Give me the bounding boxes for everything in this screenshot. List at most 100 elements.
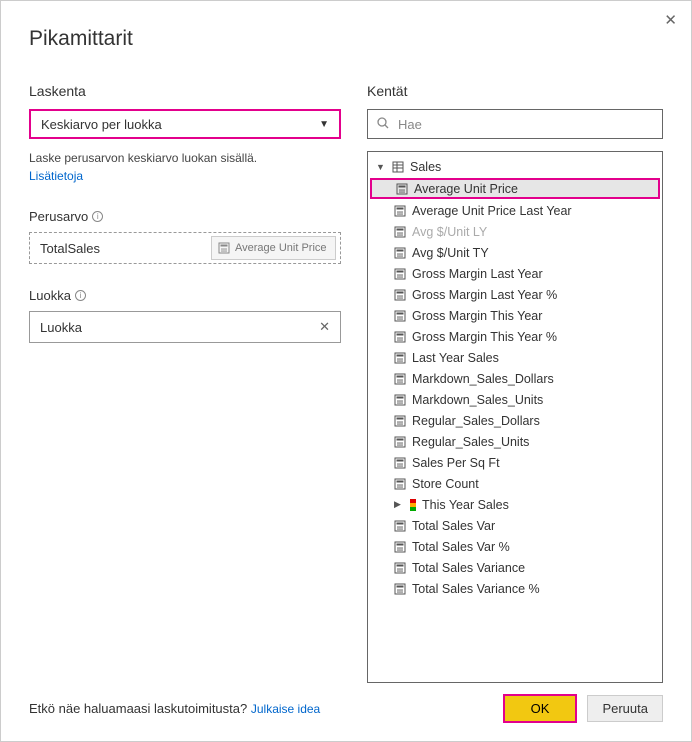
base-value-dropzone[interactable]: TotalSales Average Unit Price	[29, 232, 341, 264]
category-label: Luokka	[29, 288, 71, 303]
dialog-body: Laskenta Keskiarvo per luokka ▼ Laske pe…	[29, 83, 663, 683]
traffic-light-icon	[410, 499, 416, 511]
category-value-text: Luokka	[40, 320, 82, 335]
field-item[interactable]: Average Unit Price	[370, 178, 660, 199]
footer-buttons: OK Peruuta	[503, 694, 663, 723]
field-label: Total Sales Var	[412, 519, 495, 533]
field-label: Total Sales Var %	[412, 540, 510, 554]
cancel-button[interactable]: Peruuta	[587, 695, 663, 722]
calculator-icon	[394, 247, 406, 259]
right-column: Kentät ▼ Sales Average Unit Price Average…	[367, 83, 663, 683]
field-label: Markdown_Sales_Dollars	[412, 372, 554, 386]
table-icon	[392, 161, 404, 173]
field-item[interactable]: Average Unit Price Last Year	[368, 200, 662, 221]
calculator-icon	[394, 541, 406, 553]
drag-chip-label: Average Unit Price	[235, 242, 327, 254]
field-item[interactable]: Markdown_Sales_Dollars	[368, 368, 662, 389]
calculator-icon	[394, 352, 406, 364]
dropdown-value: Keskiarvo per luokka	[41, 117, 162, 132]
table-node[interactable]: ▼ Sales	[368, 156, 662, 177]
field-item[interactable]: Avg $/Unit TY	[368, 242, 662, 263]
calculator-icon	[396, 183, 408, 195]
calculator-icon	[394, 457, 406, 469]
ok-button[interactable]: OK	[503, 694, 578, 723]
calculator-icon	[394, 331, 406, 343]
quick-measures-dialog: ✕ Pikamittarit Laskenta Keskiarvo per lu…	[0, 0, 692, 742]
info-icon[interactable]: i	[92, 211, 103, 222]
field-item[interactable]: Gross Margin Last Year	[368, 263, 662, 284]
calculator-icon	[394, 415, 406, 427]
field-label: This Year Sales	[422, 498, 509, 512]
field-item[interactable]: Store Count	[368, 473, 662, 494]
calculator-icon	[394, 310, 406, 322]
calculation-dropdown[interactable]: Keskiarvo per luokka ▼	[29, 109, 341, 139]
calculator-icon	[394, 478, 406, 490]
field-item[interactable]: Total Sales Variance %	[368, 578, 662, 599]
field-item[interactable]: Total Sales Var %	[368, 536, 662, 557]
search-input[interactable]	[398, 117, 654, 132]
calculator-icon	[394, 268, 406, 280]
field-item[interactable]: Total Sales Var	[368, 515, 662, 536]
drag-chip[interactable]: Average Unit Price	[211, 236, 336, 260]
calculator-icon	[394, 226, 406, 238]
calculator-icon	[394, 562, 406, 574]
field-label: Last Year Sales	[412, 351, 499, 365]
field-item[interactable]: Markdown_Sales_Units	[368, 389, 662, 410]
field-item[interactable]: Regular_Sales_Dollars	[368, 410, 662, 431]
search-box[interactable]	[367, 109, 663, 139]
category-heading: Luokka i	[29, 288, 341, 303]
field-label: Avg $/Unit TY	[412, 246, 489, 260]
field-item[interactable]: Gross Margin Last Year %	[368, 284, 662, 305]
field-label: Gross Margin This Year %	[412, 330, 557, 344]
field-label: Sales Per Sq Ft	[412, 456, 500, 470]
field-label: Gross Margin Last Year	[412, 267, 543, 281]
field-label: Avg $/Unit LY	[412, 225, 487, 239]
publish-idea-link[interactable]: Julkaise idea	[251, 702, 320, 716]
field-label: Regular_Sales_Units	[412, 435, 529, 449]
footer-prompt: Etkö näe haluamaasi laskutoimitusta? Jul…	[29, 701, 320, 716]
base-value-text: TotalSales	[40, 241, 100, 256]
field-label: Total Sales Variance	[412, 561, 525, 575]
calculator-icon	[394, 289, 406, 301]
field-label: Store Count	[412, 477, 479, 491]
footer-text: Etkö näe haluamaasi laskutoimitusta?	[29, 701, 251, 716]
field-item[interactable]: Total Sales Variance	[368, 557, 662, 578]
field-label: Markdown_Sales_Units	[412, 393, 543, 407]
field-item[interactable]: Gross Margin This Year	[368, 305, 662, 326]
field-item[interactable]: Gross Margin This Year %	[368, 326, 662, 347]
category-dropzone[interactable]: Luokka ✕	[29, 311, 341, 343]
field-item[interactable]: Regular_Sales_Units	[368, 431, 662, 452]
close-icon[interactable]: ✕	[664, 11, 677, 29]
left-column: Laskenta Keskiarvo per luokka ▼ Laske pe…	[29, 83, 341, 683]
field-label: Regular_Sales_Dollars	[412, 414, 540, 428]
fields-heading: Kentät	[367, 83, 663, 99]
more-info-link[interactable]: Lisätietoja	[29, 169, 83, 183]
calculator-icon	[218, 242, 230, 254]
field-item[interactable]: Avg $/Unit LY	[368, 221, 662, 242]
calculator-icon	[394, 583, 406, 595]
base-value-label: Perusarvo	[29, 209, 88, 224]
field-label: Gross Margin This Year	[412, 309, 542, 323]
calculation-description: Laske perusarvon keskiarvo luokan sisäll…	[29, 149, 341, 185]
field-item[interactable]: ▶ This Year Sales	[368, 494, 662, 515]
chevron-right-icon: ▶	[394, 499, 404, 510]
clear-icon[interactable]: ✕	[319, 319, 330, 335]
field-label: Gross Margin Last Year %	[412, 288, 557, 302]
dialog-footer: Etkö näe haluamaasi laskutoimitusta? Jul…	[29, 694, 663, 723]
chevron-down-icon: ▼	[319, 119, 329, 130]
calculator-icon	[394, 205, 406, 217]
calculator-icon	[394, 394, 406, 406]
fields-tree[interactable]: ▼ Sales Average Unit Price Average Unit P…	[367, 151, 663, 683]
chevron-down-icon: ▼	[376, 162, 386, 172]
field-item[interactable]: Sales Per Sq Ft	[368, 452, 662, 473]
calculator-icon	[394, 373, 406, 385]
field-label: Total Sales Variance %	[412, 582, 540, 596]
calculation-heading: Laskenta	[29, 83, 341, 99]
field-item[interactable]: Last Year Sales	[368, 347, 662, 368]
search-icon	[376, 116, 390, 133]
info-icon[interactable]: i	[75, 290, 86, 301]
calculator-icon	[394, 520, 406, 532]
field-label: Average Unit Price Last Year	[412, 204, 572, 218]
description-text: Laske perusarvon keskiarvo luokan sisäll…	[29, 151, 257, 165]
field-label: Average Unit Price	[414, 182, 518, 196]
